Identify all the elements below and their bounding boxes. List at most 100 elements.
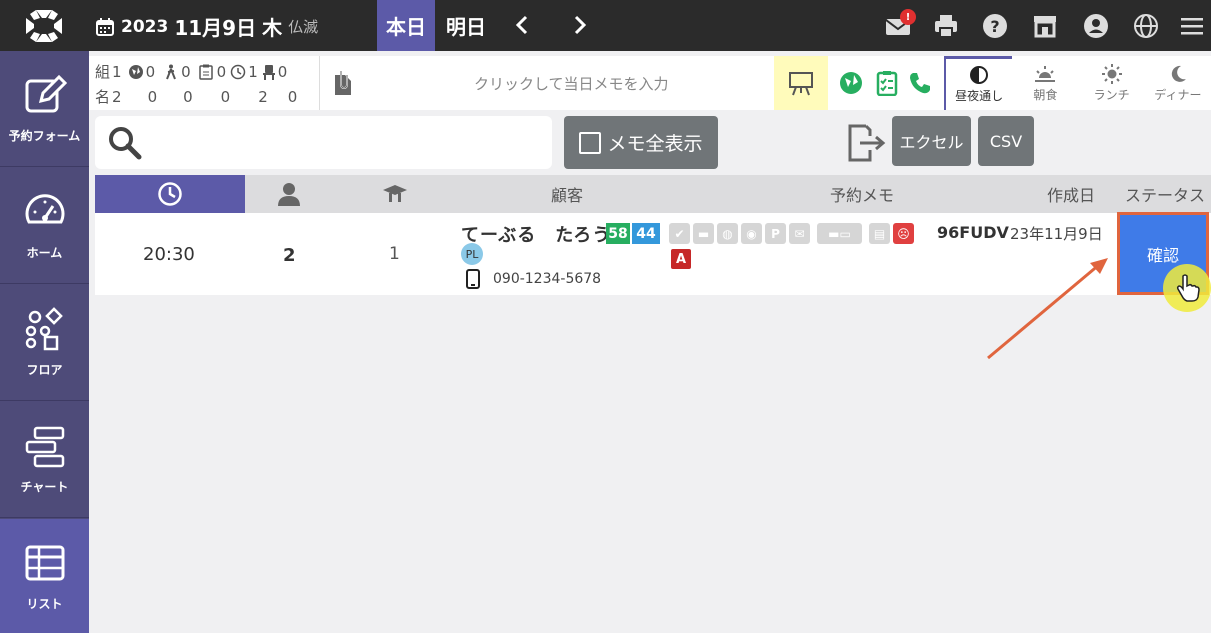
groups-total: 1 [112,62,122,81]
shapes-icon [25,307,63,351]
visit-count-badge-secondary: 44 [632,223,660,244]
sidebar-item-list[interactable]: リスト [0,519,89,633]
web-count: 0 [145,62,156,81]
walk-in-people: 0 [183,87,193,106]
sidebar-item-floor[interactable]: フロア [0,285,89,401]
timed-count: 1 [248,62,258,81]
top-bar: 2023 11月9日 木 仏滅 本日 明日 ! ? [0,0,1211,51]
menu-icon[interactable] [1178,12,1206,40]
document-icon: ▤ [869,223,890,244]
side-navigation: 予約フォーム ホーム フロア チャート リスト [0,51,89,633]
daily-memo-input[interactable]: クリックして当日メモを入力 [319,56,774,110]
web-people: 0 [147,87,158,106]
waitlist-count: 0 [216,62,227,81]
memo-clip-icon [335,71,351,95]
smoking-icon: ▬▭ [817,223,862,244]
allergy-face-icon: ☹ [893,223,914,244]
table-seat-icon [383,185,407,202]
tab-label: 朝食 [1033,87,1058,102]
export-icon[interactable] [844,122,888,164]
parking-icon: P [765,223,786,244]
presentation-button[interactable] [774,56,828,110]
user-account-icon[interactable] [1082,12,1110,40]
clock-icon [230,64,246,79]
help-icon[interactable]: ? [981,12,1009,40]
tab-label: ランチ [1093,87,1130,102]
excel-export-button[interactable]: エクセル [892,116,971,166]
app-logo-icon[interactable] [24,8,64,44]
tab-label: 昼夜通し [955,89,1004,103]
date-display[interactable]: 2023 11月9日 木 仏滅 [95,12,318,41]
people-total: 2 [112,87,122,106]
gauge-icon [25,194,64,224]
table-list-icon [25,545,64,581]
web-globe-icon[interactable] [839,71,863,95]
walk-in-icon [166,64,177,79]
sun-icon [1101,63,1122,84]
column-header-status[interactable]: ステータス [1119,175,1211,213]
clipboard-icon [198,64,213,80]
memo-placeholder: クリックして当日メモを入力 [474,75,669,93]
column-header-customer[interactable]: 顧客 [457,175,677,213]
sidebar-item-label: リスト [26,597,63,611]
rank-badge: A [671,249,691,269]
tab-label: ディナー [1154,87,1202,102]
sidebar-item-label: 予約フォーム [8,129,81,143]
column-header-time[interactable] [95,175,245,213]
sidebar-item-label: ホーム [26,246,63,260]
printer-icon[interactable] [932,12,960,40]
column-header-created[interactable]: 作成日 [1047,175,1119,213]
sidebar-item-home[interactable]: ホーム [0,168,89,284]
show-all-memos-button[interactable]: メモ全表示 [564,116,718,169]
reservation-tag-icons: ✔ ▬ ◍ ◉ P ✉ ▬▭ ▤ ☹ [669,223,914,244]
chevron-left-icon[interactable] [512,14,534,36]
pl-badge: PL [461,243,483,265]
checklist-icon[interactable] [876,70,898,96]
column-header-tables[interactable] [333,175,457,213]
moon-icon [1171,65,1186,82]
sunrise-icon [1035,65,1056,82]
people-label: 名 [95,88,111,106]
tab-dinner[interactable]: ディナー [1145,56,1211,110]
annotation-arrow-icon [987,258,1108,360]
presentation-board-icon [789,72,813,96]
waitlist-people: 0 [220,87,231,106]
party-size: 2 [283,245,296,266]
show-all-memos-label: メモ全表示 [607,133,703,155]
tomorrow-button[interactable]: 明日 [437,0,495,51]
walk-in-count: 0 [181,62,191,81]
mobile-phone-icon [466,269,480,289]
hand-pointer-icon [1176,274,1200,302]
check-circle-icon: ✔ [669,223,690,244]
meal-period-tabs: 昼夜通し 朝食 ランチ ディナー [944,56,1211,110]
globe-icon [128,64,143,79]
customer-name[interactable]: てーぶる たろう [461,221,611,247]
sidebar-item-chart[interactable]: チャート [0,402,89,518]
phone-icon[interactable] [908,71,932,95]
sidebar-item-label: フロア [26,363,63,377]
credit-card-icon: ▬ [693,223,714,244]
tab-all-day[interactable]: 昼夜通し [944,56,1013,110]
column-header-memo[interactable]: 予約メモ [677,175,1047,213]
tab-lunch[interactable]: ランチ [1079,56,1145,110]
globe-icon[interactable] [1132,12,1160,40]
chair-icon [262,64,275,80]
notification-badge: ! [900,9,916,25]
created-date: 23年11月9日 [1010,225,1103,243]
search-input[interactable] [95,116,552,169]
seated-count: 0 [277,62,288,81]
stats-people-row: 名 2 0 0 0 2 0 [95,86,297,107]
csv-export-button[interactable]: CSV [978,116,1034,166]
customer-phone: 090-1234-5678 [493,271,602,287]
today-button[interactable]: 本日 [377,0,435,51]
mail-icon: ✉ [789,223,810,244]
tab-breakfast[interactable]: 朝食 [1012,56,1078,110]
checkbox-icon [579,131,602,154]
column-header-people[interactable] [245,175,333,213]
sidebar-item-reservation-form[interactable]: 予約フォーム [0,51,89,167]
gantt-chart-icon [25,426,64,468]
reservation-stats: 組 1 0 0 0 1 0 名 2 0 0 0 2 0 [89,56,319,110]
chevron-right-icon[interactable] [568,14,590,36]
timed-people: 2 [258,87,268,106]
store-icon[interactable] [1031,12,1059,40]
